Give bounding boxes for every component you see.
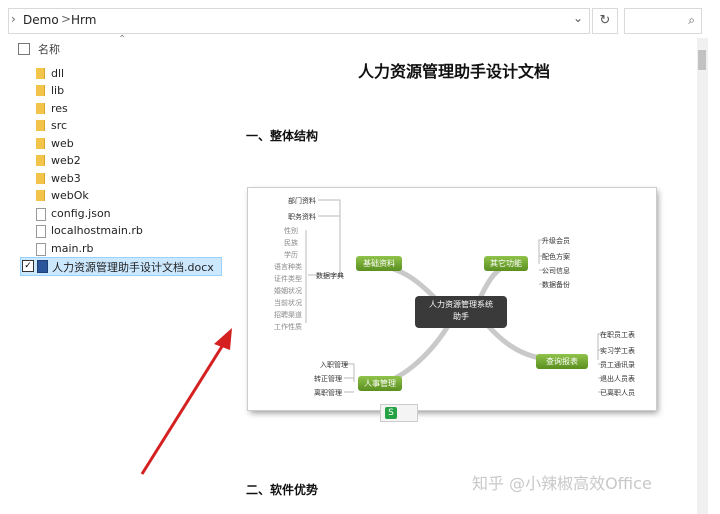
section-heading-2: 二、软件优势 bbox=[246, 483, 319, 497]
search-input[interactable]: ⌕ bbox=[624, 8, 702, 34]
list-item[interactable]: config.json bbox=[20, 206, 220, 223]
address-bar[interactable]: › Demo > Hrm ⌄ bbox=[8, 8, 590, 34]
mindmap-label: 招聘渠道 bbox=[274, 311, 302, 319]
folder-icon bbox=[36, 190, 45, 201]
list-item-selected[interactable]: ✓ 人力资源管理助手设计文档.docx bbox=[20, 257, 222, 276]
file-explorer-window: › Demo > Hrm ⌄ ↻ ⌕ 名称 ⌃ dll lib res src bbox=[0, 0, 720, 514]
mindmap-node-basic: 基础资料 bbox=[356, 256, 402, 271]
mindmap-label: 公司信息 bbox=[542, 267, 570, 275]
list-item-label: src bbox=[51, 119, 68, 132]
section-heading-1: 一、整体结构 bbox=[246, 129, 319, 143]
mindmap-label: 离职管理 bbox=[314, 389, 342, 397]
mindmap-label: 当前状况 bbox=[274, 299, 302, 307]
list-item[interactable]: web3 bbox=[20, 171, 220, 188]
list-item-label: web bbox=[51, 137, 74, 150]
mindmap-label: 数据备份 bbox=[542, 281, 570, 289]
select-all-checkbox[interactable] bbox=[18, 43, 30, 55]
address-bar-region: › Demo > Hrm ⌄ ↻ ⌕ bbox=[0, 0, 720, 38]
chevron-down-icon[interactable]: ⌄ bbox=[573, 11, 583, 25]
list-item[interactable]: localhostmain.rb bbox=[20, 223, 220, 240]
file-icon bbox=[36, 208, 46, 221]
mindmap-label: 升级会员 bbox=[542, 237, 570, 245]
list-item[interactable]: dll bbox=[20, 66, 220, 83]
file-icon bbox=[36, 225, 46, 238]
mindmap-label: 学历 bbox=[284, 251, 298, 259]
watermark-text: 知乎 @小辣椒高效Office bbox=[472, 474, 652, 493]
list-item[interactable]: webOk bbox=[20, 188, 220, 205]
folder-icon bbox=[36, 85, 45, 96]
crumb-demo[interactable]: Demo bbox=[23, 13, 59, 27]
file-list: 名称 ⌃ dll lib res src web web2 web3 webOk… bbox=[0, 34, 230, 514]
item-checkbox[interactable]: ✓ bbox=[22, 260, 34, 272]
crumb-separator-icon: > bbox=[61, 12, 72, 26]
mindmap-label: 数据字典 bbox=[316, 272, 344, 280]
list-item-label: localhostmain.rb bbox=[51, 224, 143, 237]
word-doc-icon bbox=[37, 260, 48, 273]
mindmap-node-query: 查询报表 bbox=[536, 354, 588, 369]
mindmap-label: 退出人员表 bbox=[600, 375, 635, 383]
folder-icon bbox=[36, 138, 45, 149]
folder-icon bbox=[36, 103, 45, 114]
mindmap-node-other: 其它功能 bbox=[484, 256, 528, 271]
mindmap-label: 入职管理 bbox=[320, 361, 348, 369]
list-item-label: web2 bbox=[51, 154, 81, 167]
mindmap-center-line1: 人力资源管理系统 bbox=[429, 300, 493, 309]
mindmap-label: 在职员工表 bbox=[600, 331, 635, 339]
list-item-label: main.rb bbox=[51, 242, 94, 255]
mindmap-image: 部门资料 职务资料 性别 民族 学历 语言种类 证件类型 婚姻状况 当前状况 招… bbox=[248, 188, 656, 410]
mindmap-node-hr: 人事管理 bbox=[358, 376, 402, 391]
list-item[interactable]: res bbox=[20, 101, 220, 118]
mindmap-center-line2: 助手 bbox=[453, 312, 469, 321]
mindmap-label: 职务资料 bbox=[288, 213, 316, 221]
wps-floating-toolbar[interactable]: S bbox=[380, 404, 418, 422]
search-icon[interactable]: ⌕ bbox=[688, 13, 695, 28]
file-icon bbox=[36, 243, 46, 256]
document-title: 人力资源管理助手设计文档 bbox=[358, 62, 551, 81]
list-item-label: dll bbox=[51, 67, 65, 80]
folder-icon bbox=[36, 173, 45, 184]
scrollbar-thumb[interactable] bbox=[698, 50, 706, 70]
list-item-label: res bbox=[51, 102, 68, 115]
vertical-scrollbar[interactable] bbox=[697, 38, 708, 514]
list-item-label: web3 bbox=[51, 172, 81, 185]
mindmap-label: 配色方案 bbox=[542, 253, 570, 261]
mindmap-label: 语言种类 bbox=[274, 263, 302, 271]
mindmap-label: 实习学工表 bbox=[600, 347, 635, 355]
mindmap-label: 性别 bbox=[284, 227, 298, 235]
sort-caret-icon: ⌃ bbox=[118, 34, 127, 45]
mindmap-center-node: 人力资源管理系统 助手 bbox=[415, 296, 507, 328]
mindmap-label: 部门资料 bbox=[288, 197, 316, 205]
folder-icon bbox=[36, 155, 45, 166]
list-item[interactable]: web2 bbox=[20, 153, 220, 170]
list-item-label: webOk bbox=[51, 189, 89, 202]
mindmap-label: 已离职人员 bbox=[600, 389, 635, 397]
mindmap-label: 员工通讯录 bbox=[600, 361, 635, 369]
preview-pane: 人力资源管理助手设计文档 一、整体结构 部门资料 职务资料 性别 民族 学历 语… bbox=[230, 38, 696, 514]
list-item-label: lib bbox=[51, 84, 65, 97]
list-item[interactable]: main.rb bbox=[20, 241, 220, 258]
list-item-label: 人力资源管理助手设计文档.docx bbox=[52, 261, 214, 274]
mindmap-label: 转正管理 bbox=[314, 375, 342, 383]
crumb-expand-icon[interactable]: › bbox=[11, 12, 16, 26]
list-item[interactable]: web bbox=[20, 136, 220, 153]
list-item-label: config.json bbox=[51, 207, 111, 220]
mindmap-label: 工作性质 bbox=[274, 323, 302, 331]
refresh-icon[interactable]: ↻ bbox=[592, 8, 618, 34]
folder-icon bbox=[36, 68, 45, 79]
wps-s-icon[interactable]: S bbox=[385, 407, 397, 419]
crumb-hrm[interactable]: Hrm bbox=[71, 13, 96, 27]
list-item[interactable]: src bbox=[20, 118, 220, 135]
mindmap-label: 民族 bbox=[284, 239, 298, 247]
mindmap-label: 婚姻状况 bbox=[274, 287, 302, 295]
list-item[interactable]: lib bbox=[20, 83, 220, 100]
column-header-name[interactable]: 名称 bbox=[38, 41, 60, 57]
mindmap-label: 证件类型 bbox=[274, 275, 302, 283]
folder-icon bbox=[36, 120, 45, 131]
